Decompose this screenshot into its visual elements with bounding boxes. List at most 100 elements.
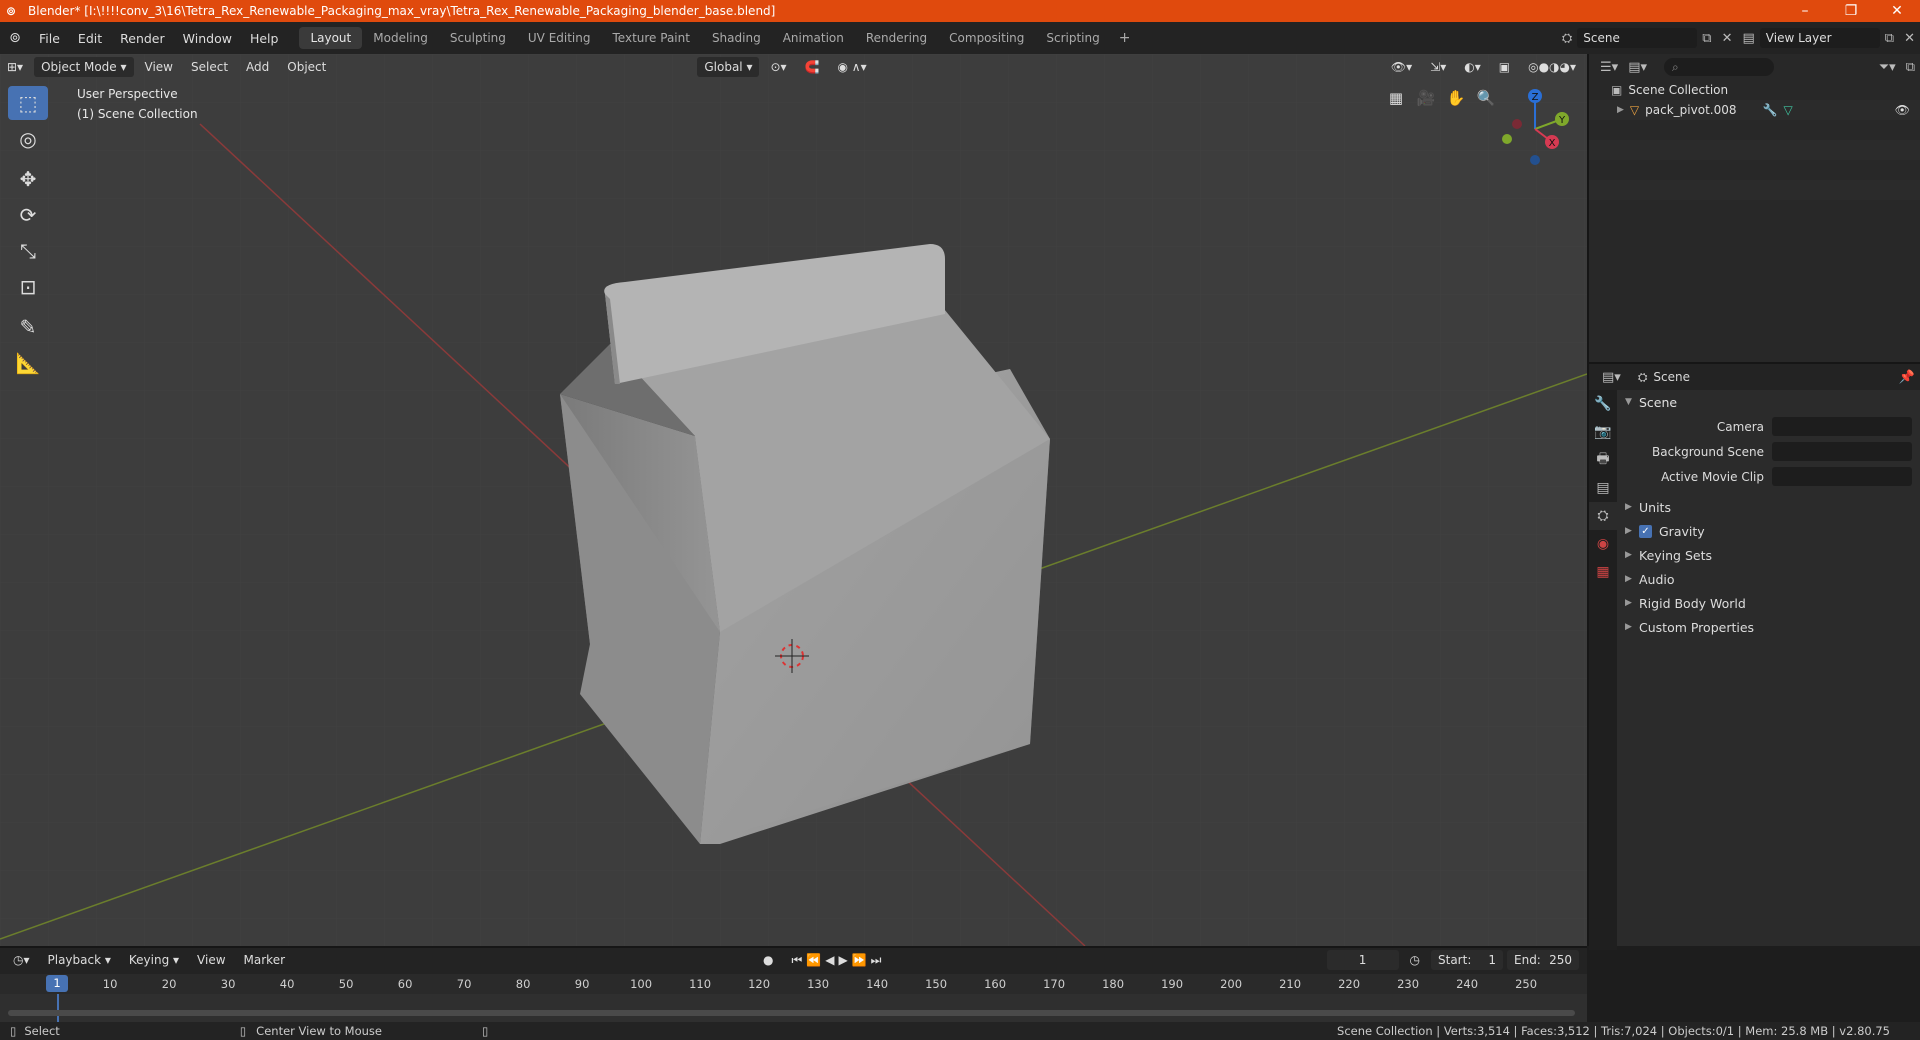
keying-menu[interactable]: Keying ▾	[122, 950, 186, 970]
world-tab-icon[interactable]: ◉	[1589, 530, 1617, 558]
overlay-icon[interactable]: ◐▾	[1457, 57, 1488, 77]
tab-scripting[interactable]: Scripting	[1035, 27, 1110, 49]
outliner-item-pack-pivot[interactable]: ▶ ▽ pack_pivot.008 🔧 ▽ 👁	[1589, 100, 1920, 120]
new-scene-icon[interactable]: ⧉	[1697, 31, 1716, 46]
scene-name-field[interactable]: Scene	[1577, 28, 1698, 48]
audio-subpanel[interactable]: ▶ Audio	[1617, 567, 1920, 591]
scene-icon[interactable]: ⛭	[1557, 31, 1577, 46]
timeline-scrollbar[interactable]	[8, 1010, 1575, 1016]
3d-viewport[interactable]: ⊞▾ Object Mode ▾ View Select Add Object …	[0, 54, 1587, 946]
active-movie-clip-field[interactable]	[1772, 467, 1912, 486]
menu-object[interactable]: Object	[280, 57, 333, 77]
rigid-body-world-subpanel[interactable]: ▶ Rigid Body World	[1617, 591, 1920, 615]
menu-view[interactable]: View	[138, 57, 180, 77]
blender-menu-icon[interactable]: ⊚	[0, 30, 30, 46]
transform-tool-icon[interactable]: ⊡	[8, 270, 48, 304]
add-workspace-button[interactable]: +	[1111, 30, 1139, 46]
filter-icon[interactable]: ⏷▾	[1874, 60, 1901, 75]
select-box-tool-icon[interactable]: ⬚	[8, 86, 48, 120]
custom-properties-subpanel[interactable]: ▶ Custom Properties	[1617, 615, 1920, 639]
gravity-checkbox[interactable]: ✓	[1639, 524, 1652, 538]
display-mode-icon[interactable]: ▤▾	[1623, 60, 1652, 75]
playback-controls-icon[interactable]: ⏮⏪◀▶⏩⏭	[785, 950, 893, 970]
menu-select[interactable]: Select	[184, 57, 235, 77]
view-layer-field[interactable]: View Layer	[1759, 28, 1880, 48]
menu-edit[interactable]: Edit	[69, 31, 111, 46]
minimize-button[interactable]: –	[1782, 3, 1828, 19]
annotate-tool-icon[interactable]: ✎	[8, 310, 48, 344]
keying-sets-subpanel[interactable]: ▶ Keying Sets	[1617, 543, 1920, 567]
object-mode-dropdown[interactable]: Object Mode ▾	[34, 57, 134, 77]
current-frame-marker[interactable]: 1	[46, 975, 68, 992]
render-tab-icon[interactable]: 📷	[1589, 418, 1617, 446]
tab-uv-editing[interactable]: UV Editing	[517, 27, 602, 49]
menu-add[interactable]: Add	[239, 57, 276, 77]
timeline-view-menu[interactable]: View	[190, 950, 232, 970]
expand-icon[interactable]: ▶	[1617, 105, 1624, 115]
new-collection-icon[interactable]: ⧉	[1901, 60, 1920, 75]
rotate-tool-icon[interactable]: ⟳	[8, 198, 48, 232]
pin-icon[interactable]: 📌	[1894, 370, 1920, 385]
timeline-body[interactable]	[0, 994, 1587, 1022]
pan-hand-icon[interactable]: ✋	[1442, 84, 1470, 112]
scene-tab-icon[interactable]: ⛭	[1589, 502, 1617, 530]
menu-file[interactable]: File	[30, 31, 69, 46]
view-layer-tab-icon[interactable]: ▤	[1589, 474, 1617, 502]
shading-modes-icon[interactable]: ◎●◑◕▾	[1521, 57, 1583, 77]
camera-view-icon[interactable]: 🎥	[1412, 84, 1440, 112]
background-scene-field[interactable]	[1772, 442, 1912, 461]
outliner-editor-icon[interactable]: ☰▾	[1595, 60, 1623, 75]
camera-field[interactable]	[1772, 417, 1912, 436]
delete-view-layer-icon[interactable]: ✕	[1899, 31, 1920, 46]
marker-menu[interactable]: Marker	[237, 950, 292, 970]
tab-texture-paint[interactable]: Texture Paint	[602, 27, 701, 49]
gizmo-toggle-icon[interactable]: ⇲▾	[1423, 57, 1453, 77]
scale-tool-icon[interactable]: ⤡	[8, 234, 48, 268]
new-view-layer-icon[interactable]: ⧉	[1880, 31, 1899, 46]
visibility-eye-icon[interactable]: 👁	[1895, 103, 1910, 117]
units-subpanel[interactable]: ▶ Units	[1617, 495, 1920, 519]
close-button[interactable]: ✕	[1874, 3, 1920, 19]
outliner-search-input[interactable]: ⌕	[1664, 58, 1774, 76]
menu-render[interactable]: Render	[111, 31, 174, 46]
properties-editor-icon[interactable]: ▤▾	[1597, 370, 1626, 385]
visibility-icon[interactable]: 👁▾	[1384, 57, 1419, 77]
record-icon[interactable]: ●	[756, 950, 780, 970]
scene-collection-row[interactable]: ▣ Scene Collection	[1589, 80, 1920, 100]
view-layer-icon[interactable]: ▤	[1738, 31, 1760, 46]
playhead-line[interactable]	[57, 994, 59, 1022]
timeline-editor-icon[interactable]: ◷▾	[6, 950, 37, 970]
tab-animation[interactable]: Animation	[772, 27, 855, 49]
end-frame-field[interactable]: End: 250	[1507, 950, 1579, 970]
proportional-edit-icon[interactable]: ◉ ∧▾	[831, 57, 874, 77]
clock-icon[interactable]: ◷	[1403, 950, 1427, 970]
tab-sculpting[interactable]: Sculpting	[439, 27, 517, 49]
snap-icon[interactable]: 🧲	[798, 57, 827, 77]
tab-modeling[interactable]: Modeling	[362, 27, 439, 49]
current-frame-field[interactable]: 1	[1326, 950, 1399, 970]
tab-compositing[interactable]: Compositing	[938, 27, 1035, 49]
tab-shading[interactable]: Shading	[701, 27, 772, 49]
playback-menu[interactable]: Playback ▾	[41, 950, 118, 970]
menu-help[interactable]: Help	[241, 31, 288, 46]
texture-tab-icon[interactable]: ▦	[1589, 558, 1617, 586]
tool-tab-icon[interactable]: 🔧	[1589, 390, 1617, 418]
ortho-toggle-icon[interactable]: ▦	[1382, 84, 1410, 112]
transform-orientation-dropdown[interactable]: Global ▾	[697, 57, 760, 77]
measure-tool-icon[interactable]: 📐	[8, 346, 48, 380]
maximize-button[interactable]: ❐	[1828, 3, 1874, 19]
xray-icon[interactable]: ▣	[1492, 57, 1517, 77]
editor-type-icon[interactable]: ⊞▾	[0, 57, 30, 77]
frame-ruler[interactable]: 1 10 20 30 40 50 60 70 80 90 100 110 120 130 140 150 160…	[0, 974, 1587, 994]
scene-panel-header[interactable]: ▼ Scene	[1617, 390, 1920, 414]
cursor-tool-icon[interactable]: ◎	[8, 122, 48, 156]
move-tool-icon[interactable]: ✥	[8, 162, 48, 196]
navigation-gizmo[interactable]: Z Y X	[1495, 84, 1575, 174]
tab-rendering[interactable]: Rendering	[855, 27, 938, 49]
delete-scene-icon[interactable]: ✕	[1717, 31, 1738, 46]
gravity-subpanel[interactable]: ▶ ✓ Gravity	[1617, 519, 1920, 543]
tab-layout[interactable]: Layout	[299, 27, 363, 49]
start-frame-field[interactable]: Start: 1	[1431, 950, 1503, 970]
pivot-icon[interactable]: ⊙▾	[763, 57, 793, 77]
output-tab-icon[interactable]: 🖶	[1589, 446, 1617, 474]
